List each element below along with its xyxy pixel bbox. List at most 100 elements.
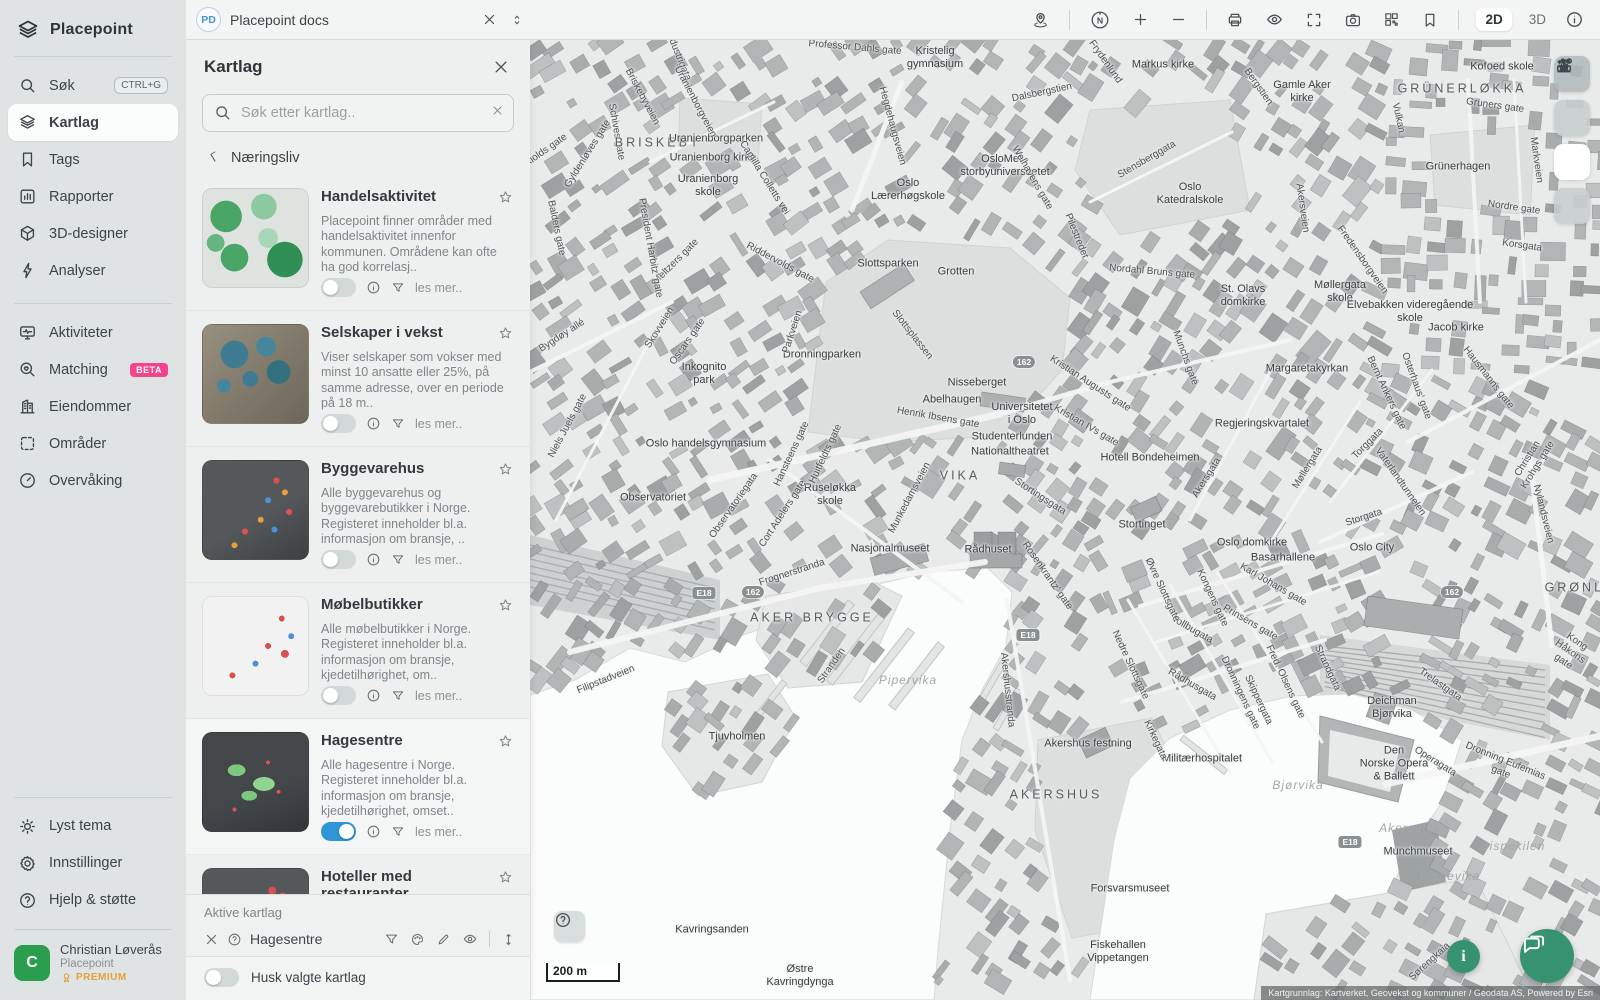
breadcrumb-back[interactable]: Næringsliv [186,136,530,175]
statistics-button[interactable] [1554,144,1590,180]
map-label: Bispekilen [1481,839,1546,853]
info-icon[interactable] [366,416,381,431]
map-help-button[interactable] [554,911,585,942]
remember-layers-toggle[interactable] [204,968,239,987]
info-icon[interactable] [366,280,381,295]
brand[interactable]: Placepoint [0,0,186,56]
star-icon[interactable] [497,461,514,483]
sidebar-item-analyser[interactable]: Analyser [8,252,178,289]
layer-card[interactable]: MøbelbutikkerAlle møbelbutikker i Norge.… [186,583,530,719]
project-switcher[interactable]: PD Placepoint docs [196,7,526,32]
layer-card[interactable]: Hoteller med restauranterAlle hoteller m… [186,855,530,894]
map-label: Torggata [1350,426,1386,462]
panel-close-icon[interactable] [490,56,512,78]
layer-toggle[interactable] [321,278,356,297]
layer-toggle[interactable] [321,686,356,705]
layer-help-icon[interactable] [227,932,242,947]
map-label: Uranienborg skole [678,173,739,199]
project-close-icon[interactable] [480,10,499,29]
star-icon[interactable] [497,597,514,619]
read-more-link[interactable]: les mer.. [415,281,462,295]
filter-icon[interactable] [391,417,405,431]
map-label: Rosenkrantz' gate [1019,540,1075,613]
sidebar-item-hjelp[interactable]: Hjelp & støtte [8,882,178,919]
compass-icon[interactable]: N [1087,7,1113,33]
layer-card[interactable]: ByggevarehusAlle byggevarehus og byggeva… [186,447,530,583]
map-label: Strandgata [1311,643,1342,692]
visibility-icon[interactable] [462,931,478,947]
star-icon[interactable] [497,189,514,211]
visibility-icon[interactable] [1263,8,1286,31]
layer-card[interactable]: Selskaper i vekstViser selskaper som vok… [186,311,530,447]
map-label: BRISKEBY [615,136,702,151]
search-clear-icon[interactable] [491,104,504,122]
filter-icon[interactable] [391,825,405,839]
filter-icon[interactable] [391,281,405,295]
sidebar-item-eiendommer[interactable]: Eiendommer [8,388,178,425]
basemap-pin-icon[interactable] [1029,8,1052,31]
reorder-icon[interactable] [501,932,516,947]
info-icon[interactable] [366,688,381,703]
palette-icon[interactable] [410,932,425,947]
star-icon[interactable] [497,733,514,755]
map-label: Fiskehallen Vippetangen [1087,939,1149,965]
layer-toggle[interactable] [321,822,356,841]
sidebar-item-matching[interactable]: MatchingBETA [8,351,178,388]
print-icon[interactable] [1224,9,1246,31]
layer-card[interactable]: HandelsaktivitetPlacepoint finner område… [186,175,530,311]
sidebar-footer-nav: Lyst temaInnstillingerHjelp & støtte [0,798,186,919]
layer-title: Byggevarehus [321,460,424,477]
map-viewport[interactable]: Professor Dahls gateKristelig gymnasiumM… [530,40,1600,1000]
view-2d-button[interactable]: 2D [1476,8,1511,31]
layer-card[interactable]: HagesentreAlle hagesentre i Norge. Regis… [186,719,530,855]
sidebar-item-sok[interactable]: SøkCTRL+G [8,67,178,104]
filter-icon[interactable] [391,689,405,703]
sidebar-item-innstillinger[interactable]: Innstillinger [8,845,178,882]
user-profile[interactable]: C Christian Løverås Placepoint PREMIUM [0,930,186,1000]
read-more-link[interactable]: les mer.. [415,417,462,431]
layer-search-input[interactable] [202,94,514,132]
sidebar-item-tags[interactable]: Tags [8,141,178,178]
layer-toggle[interactable] [321,550,356,569]
travel-time-button[interactable] [1554,188,1590,224]
map-label: Militærhospitalet [1162,753,1242,766]
chat-button[interactable] [1520,929,1574,983]
sidebar-item-kartlag[interactable]: Kartlag [8,104,178,141]
map-label: Hausmanns gate [1460,345,1516,412]
filter-icon[interactable] [384,932,399,947]
sidebar-item-label: Aktiviteter [49,325,113,341]
view-3d-button[interactable]: 3D [1529,12,1546,27]
remove-layer-icon[interactable] [204,932,219,947]
fullscreen-icon[interactable] [1303,9,1325,31]
star-icon[interactable] [497,325,514,347]
layer-toggle[interactable] [321,414,356,433]
read-more-link[interactable]: les mer.. [415,825,462,839]
edit-icon[interactable] [436,932,451,947]
bolt-icon [18,261,37,280]
info-icon[interactable] [366,824,381,839]
info-icon[interactable] [1563,8,1586,31]
project-updown-icon[interactable] [508,11,526,29]
map-label: Rådhuset [964,544,1011,557]
bookmark-icon[interactable] [1419,9,1441,31]
screenshot-icon[interactable] [1342,9,1364,31]
sidebar-item-aktiviteter[interactable]: Aktiviteter [8,314,178,351]
sidebar-item-3d-designer[interactable]: 3D-designer [8,215,178,252]
star-icon[interactable] [497,869,514,891]
zoom-out-icon[interactable] [1168,9,1189,30]
zoom-in-icon[interactable] [1130,9,1151,30]
read-more-link[interactable]: les mer.. [415,553,462,567]
map-label: Nordre gate [1487,198,1541,217]
sidebar-item-omrader[interactable]: Områder [8,425,178,462]
sidebar-item-rapporter[interactable]: Rapporter [8,178,178,215]
sidebar-item-lyst-tema[interactable]: Lyst tema [8,808,178,845]
filter-icon[interactable] [391,553,405,567]
measure-button[interactable] [1554,100,1590,136]
sidebar-item-overvaking[interactable]: Overvåking [8,462,178,499]
map-label: Abelhaugen [923,394,982,407]
info-icon[interactable] [366,552,381,567]
map-label: Grotten [938,266,975,279]
map-info-button[interactable]: i [1447,940,1480,973]
read-more-link[interactable]: les mer.. [415,689,462,703]
qr-code-icon[interactable] [1381,9,1402,30]
